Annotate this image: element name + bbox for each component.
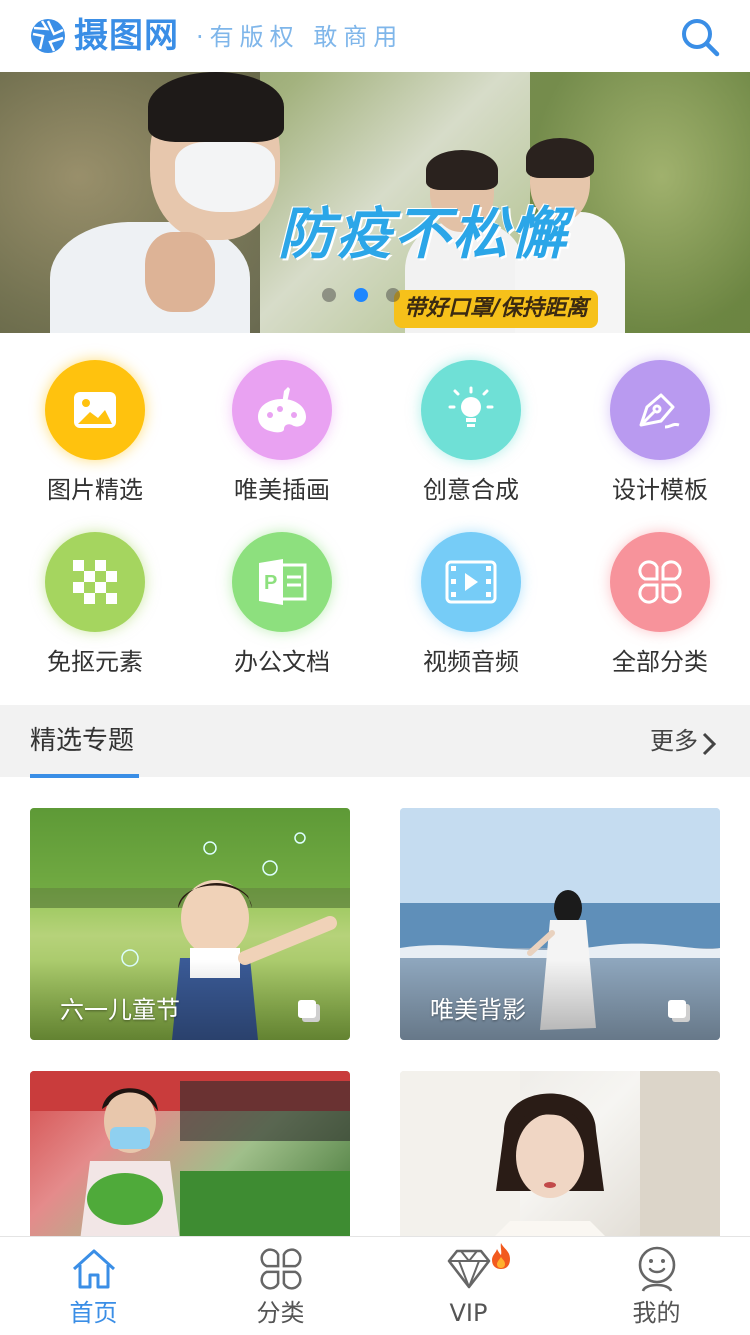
diamond-icon bbox=[447, 1249, 491, 1289]
carousel-dot-active[interactable] bbox=[354, 288, 368, 302]
category-label: 免抠元素 bbox=[47, 648, 143, 676]
banner-fist bbox=[145, 232, 215, 312]
category-illustration[interactable]: 唯美插画 bbox=[187, 350, 377, 510]
search-icon[interactable] bbox=[680, 17, 720, 57]
profile-icon bbox=[638, 1246, 676, 1292]
gallery-stack-icon bbox=[668, 1000, 690, 1022]
chevron-right-icon[interactable] bbox=[700, 731, 718, 757]
carousel-dot[interactable] bbox=[386, 288, 400, 302]
banner-person-hair bbox=[148, 72, 284, 142]
category-images[interactable]: 图片精选 bbox=[0, 350, 190, 510]
category-office[interactable]: P 办公文档 bbox=[187, 522, 377, 682]
tab-vip[interactable]: VIP bbox=[375, 1237, 562, 1335]
top-header: 摄图网 ·有版权 敢商用 bbox=[0, 0, 750, 72]
banner-subtitle: 带好口罩/保持距离 bbox=[394, 290, 599, 328]
carousel-dots bbox=[322, 288, 400, 302]
featured-section-header: 精选专题 更多 bbox=[0, 705, 750, 778]
topic-caption: 唯美背影 bbox=[430, 996, 526, 1024]
category-templates[interactable]: 设计模板 bbox=[565, 350, 750, 510]
checkerboard-icon bbox=[45, 532, 145, 632]
flame-icon bbox=[492, 1243, 510, 1269]
grid-icon bbox=[610, 532, 710, 632]
ppt-document-icon: P bbox=[232, 532, 332, 632]
film-icon bbox=[421, 532, 521, 632]
topic-card-supermarket[interactable] bbox=[30, 1071, 350, 1241]
banner-person-3-hair bbox=[526, 138, 594, 178]
logo-text[interactable]: 摄图网 bbox=[74, 12, 179, 60]
tab-home[interactable]: 首页 bbox=[0, 1237, 187, 1335]
section-title[interactable]: 精选专题 bbox=[30, 723, 134, 759]
category-label: 图片精选 bbox=[47, 476, 143, 504]
gallery-stack-icon bbox=[298, 1000, 320, 1022]
tab-label: 首页 bbox=[69, 1299, 118, 1327]
category-label: 视频音频 bbox=[423, 648, 519, 676]
pen-nib-icon bbox=[610, 360, 710, 460]
category-label: 办公文档 bbox=[234, 648, 330, 676]
category-label: 创意合成 bbox=[423, 476, 519, 504]
category-video[interactable]: 视频音频 bbox=[376, 522, 566, 682]
topic-photo-portrait-girl bbox=[400, 1071, 720, 1241]
svg-text:P: P bbox=[264, 572, 277, 594]
lightbulb-icon bbox=[421, 360, 521, 460]
category-label: 唯美插画 bbox=[234, 476, 330, 504]
section-underline bbox=[30, 774, 139, 778]
palette-icon bbox=[232, 360, 332, 460]
tab-profile[interactable]: 我的 bbox=[563, 1237, 750, 1335]
tab-label: VIP bbox=[449, 1299, 488, 1327]
banner-title: 防疫不松懈 bbox=[278, 202, 568, 267]
tab-category[interactable]: 分类 bbox=[187, 1237, 374, 1335]
carousel-dot[interactable] bbox=[322, 288, 336, 302]
category-all[interactable]: 全部分类 bbox=[565, 522, 750, 682]
home-icon bbox=[72, 1249, 116, 1289]
topic-card-portrait[interactable] bbox=[400, 1071, 720, 1241]
camera-aperture-icon[interactable] bbox=[30, 18, 66, 54]
bottom-tab-bar: 首页 分类 VIP 我的 bbox=[0, 1236, 750, 1334]
category-label: 设计模板 bbox=[612, 476, 708, 504]
grid-icon bbox=[260, 1248, 302, 1290]
category-cutout[interactable]: 免抠元素 bbox=[0, 522, 190, 682]
slogan: ·有版权 敢商用 bbox=[196, 23, 404, 51]
more-link[interactable]: 更多 bbox=[650, 725, 698, 757]
topic-photo-supermarket bbox=[30, 1071, 350, 1241]
promo-banner[interactable]: 防疫不松懈 带好口罩/保持距离 bbox=[0, 72, 750, 333]
topic-caption: 六一儿童节 bbox=[60, 996, 180, 1024]
tab-label: 分类 bbox=[256, 1299, 305, 1327]
category-label: 全部分类 bbox=[612, 648, 708, 676]
banner-face-mask bbox=[175, 142, 275, 212]
tab-label: 我的 bbox=[632, 1299, 681, 1327]
topic-card-childrens-day[interactable]: 六一儿童节 bbox=[30, 808, 350, 1040]
category-creative[interactable]: 创意合成 bbox=[376, 350, 566, 510]
topic-card-silhouette[interactable]: 唯美背影 bbox=[400, 808, 720, 1040]
image-icon bbox=[45, 360, 145, 460]
banner-person-2-hair bbox=[426, 150, 498, 190]
